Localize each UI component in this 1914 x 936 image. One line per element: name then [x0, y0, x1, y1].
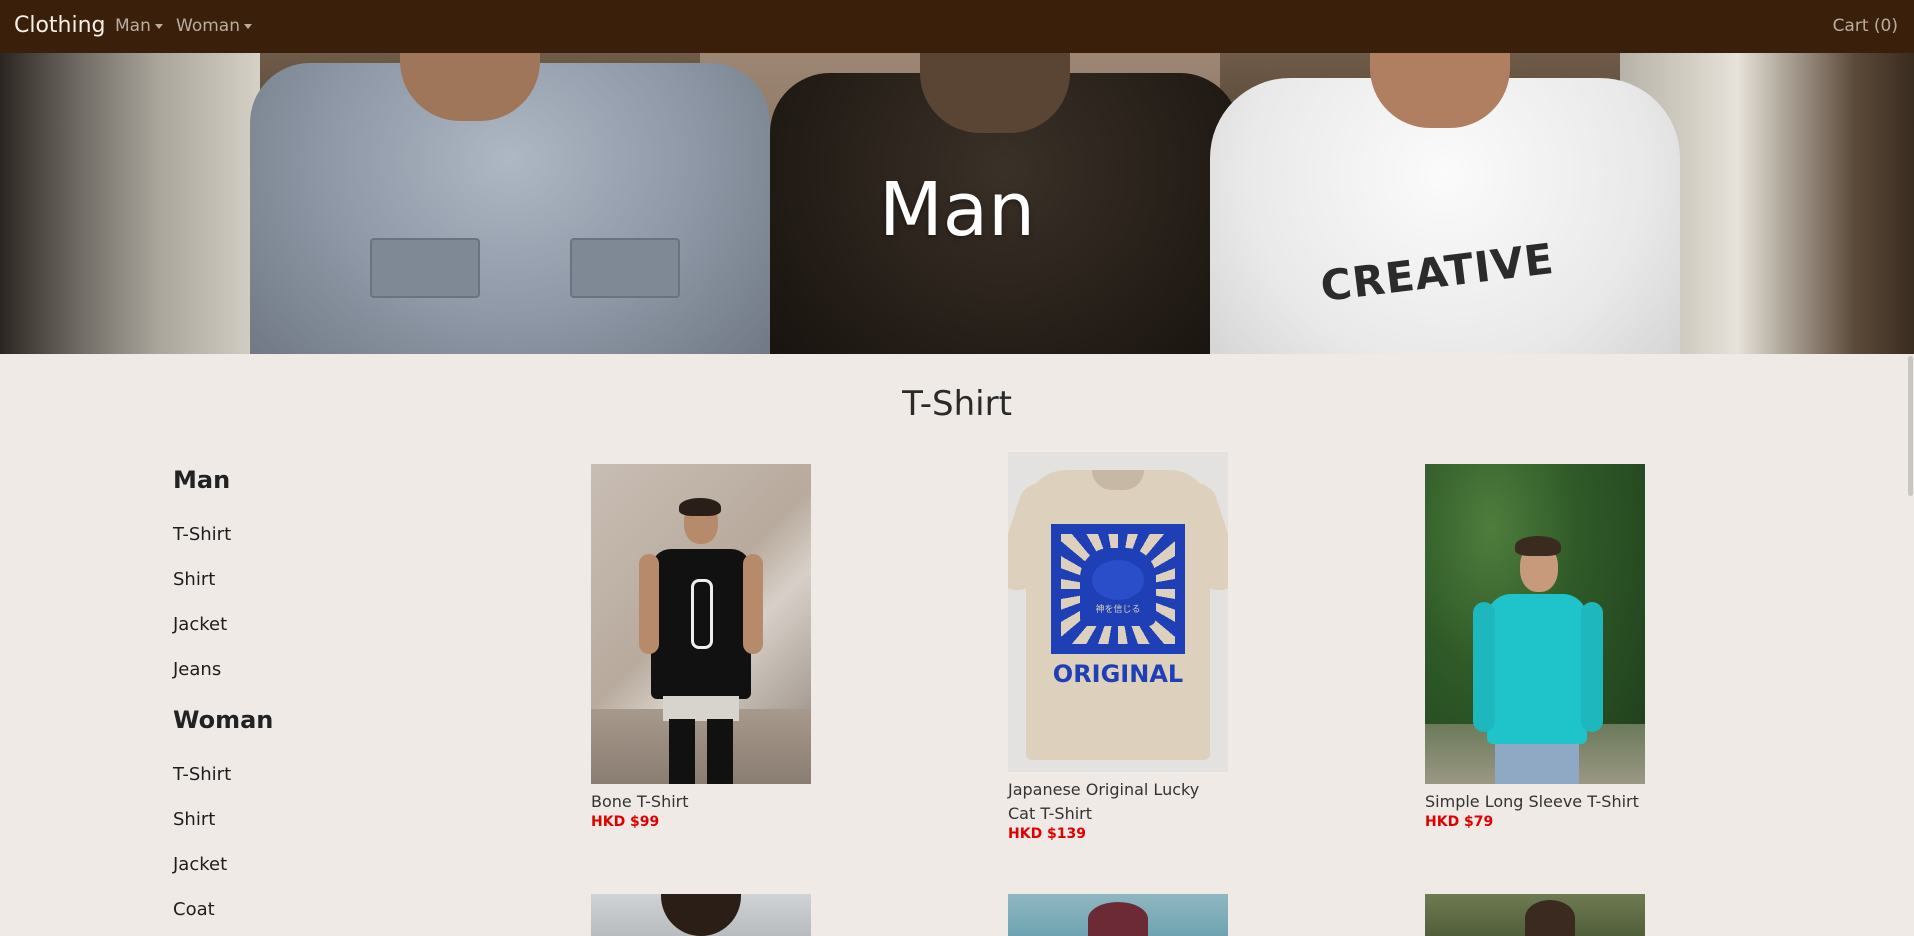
- hero-title: Man: [878, 167, 1036, 253]
- sidebar-heading-man: Man: [173, 466, 231, 494]
- product-name[interactable]: Japanese Original Lucky Cat T-Shirt: [1008, 778, 1228, 826]
- sidebar-item-woman-tshirt[interactable]: T-Shirt: [173, 764, 231, 785]
- product-name[interactable]: Bone T-Shirt: [591, 790, 811, 814]
- section-title: T-Shirt: [902, 384, 1012, 424]
- product-card[interactable]: Bone T-Shirt HKD $99: [591, 464, 811, 830]
- nav-menu-woman-label: Woman: [176, 16, 240, 36]
- product-image[interactable]: [591, 894, 811, 936]
- product-image[interactable]: [1008, 894, 1228, 936]
- product-image[interactable]: 神を信じる ORIGINAL: [1008, 452, 1228, 772]
- product-card[interactable]: 神を信じる ORIGINAL Japanese Original Lucky C…: [1008, 452, 1228, 842]
- nav-menu-man-label: Man: [115, 16, 151, 36]
- product-image[interactable]: [1425, 464, 1645, 784]
- sidebar-item-woman-jacket[interactable]: Jacket: [173, 854, 227, 875]
- product-price: HKD $99: [591, 814, 660, 830]
- lucky-cat-print-text: 神を信じる: [1095, 605, 1141, 615]
- caret-down-icon: [154, 23, 163, 29]
- product-price: HKD $139: [1008, 826, 1087, 842]
- nav-menu-woman[interactable]: Woman: [176, 16, 252, 36]
- hero-neck: [920, 53, 1070, 133]
- cart-link[interactable]: Cart (0): [1833, 16, 1898, 36]
- product-name[interactable]: Simple Long Sleeve T-Shirt: [1425, 790, 1645, 814]
- hero-banner: CREATIVE Man: [0, 53, 1914, 354]
- sidebar-item-man-shirt[interactable]: Shirt: [173, 569, 215, 590]
- sidebar-item-man-jeans[interactable]: Jeans: [173, 659, 221, 680]
- product-price: HKD $79: [1425, 814, 1494, 830]
- sidebar-item-woman-coat[interactable]: Coat: [173, 899, 215, 920]
- lucky-cat-print-original: ORIGINAL: [1052, 660, 1184, 688]
- hero-neck: [400, 53, 540, 121]
- sidebar-item-man-tshirt[interactable]: T-Shirt: [173, 524, 231, 545]
- sidebar-heading-woman: Woman: [173, 706, 274, 734]
- top-navbar: Clothing Man Woman Cart (0): [0, 0, 1914, 53]
- caret-down-icon: [243, 23, 252, 29]
- sidebar-item-man-jacket[interactable]: Jacket: [173, 614, 227, 635]
- product-image[interactable]: [1425, 894, 1645, 936]
- product-image[interactable]: [591, 464, 811, 784]
- brand-link[interactable]: Clothing: [14, 13, 106, 38]
- nav-menu-man[interactable]: Man: [115, 16, 163, 36]
- sidebar-item-woman-shirt[interactable]: Shirt: [173, 809, 215, 830]
- product-card[interactable]: Simple Long Sleeve T-Shirt HKD $79: [1425, 464, 1645, 830]
- page-scrollbar-thumb[interactable]: [1908, 356, 1913, 496]
- hero-neck: [1370, 53, 1510, 128]
